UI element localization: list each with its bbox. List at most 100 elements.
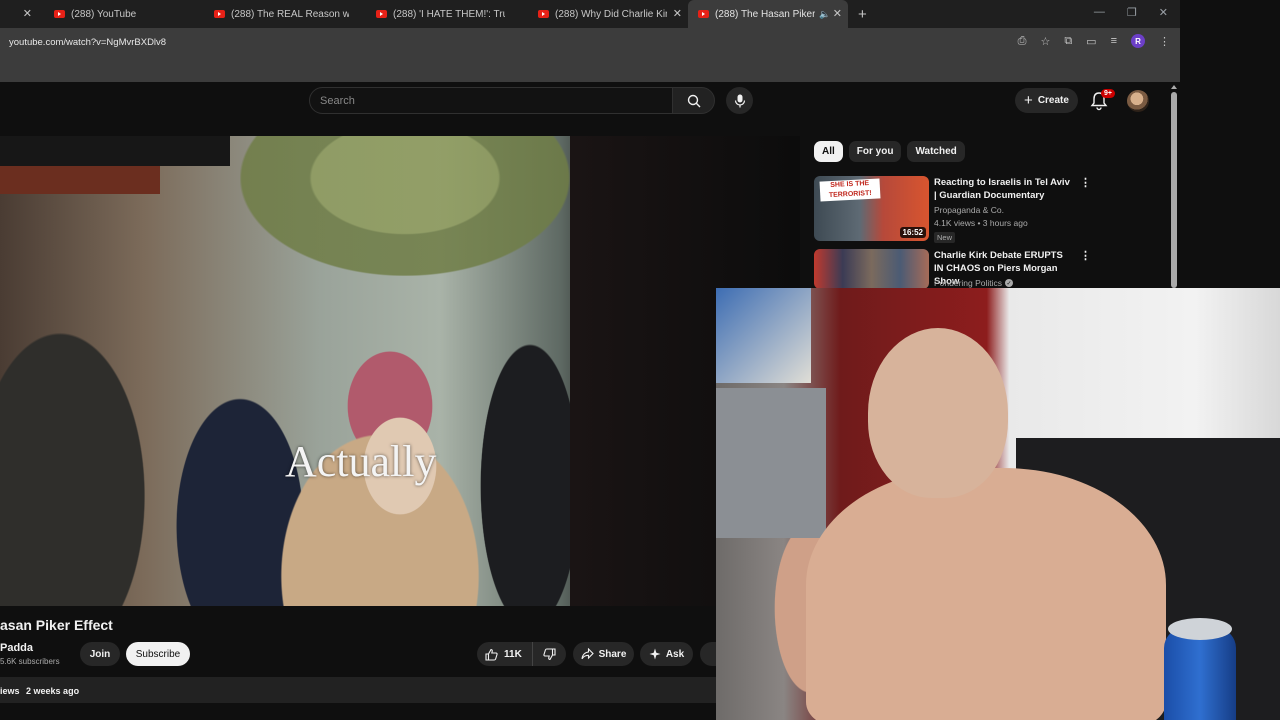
close-icon[interactable]: ✕ bbox=[23, 7, 32, 20]
verified-check-icon: ✓ bbox=[1005, 279, 1014, 287]
chip-for-you[interactable]: For you bbox=[848, 141, 902, 162]
sparkle-icon bbox=[649, 648, 661, 660]
description-meta: iews 2 weeks ago bbox=[0, 686, 79, 696]
stacked-boxes bbox=[716, 288, 811, 383]
address-bar: youtube.com/watch?v=NgMvrBXDlv8 ⎙ ☆ ⧉ ▭ … bbox=[0, 28, 1180, 56]
recommended-views: 4.1K views • 3 hours ago bbox=[934, 218, 1028, 228]
chip-all[interactable]: All bbox=[814, 141, 843, 162]
tab-hasan-piker-active[interactable]: (288) The Hasan Piker Effec 🔈 ✕ bbox=[688, 0, 848, 28]
tab-label: (288) YouTube bbox=[71, 8, 137, 20]
shop-sign bbox=[0, 136, 230, 166]
screen: ✕ (288) YouTube ✕ (288) The REAL Reason … bbox=[0, 0, 1280, 720]
share-label: Share bbox=[598, 648, 627, 660]
speaker-icon[interactable]: 🔈 bbox=[819, 9, 830, 20]
browser-tab-strip: ✕ (288) YouTube ✕ (288) The REAL Reason … bbox=[0, 0, 1180, 28]
plus-icon: + bbox=[1024, 92, 1033, 109]
profile-avatar[interactable]: R bbox=[1131, 34, 1145, 48]
ask-button[interactable]: Ask bbox=[640, 642, 693, 666]
more-options-icon[interactable]: ⋮ bbox=[1080, 178, 1091, 189]
youtube-favicon-icon bbox=[698, 10, 709, 18]
person-torso bbox=[806, 468, 1166, 720]
recommended-channel[interactable]: Pondering Politics bbox=[934, 278, 1002, 288]
tab-i-hate-them[interactable]: ✕ (288) 'I HATE THEM!': Trump Co bbox=[366, 0, 528, 28]
menu-kebab-icon[interactable]: ⋮ bbox=[1159, 35, 1170, 48]
new-badge: New bbox=[934, 232, 956, 243]
close-icon[interactable]: ✕ bbox=[673, 7, 682, 20]
video-thumbnail[interactable] bbox=[814, 249, 929, 289]
video-caption: Actually bbox=[285, 437, 437, 486]
ask-label: Ask bbox=[665, 648, 685, 660]
tab-label: (288) Why Did Charlie Kirk's Me bbox=[555, 8, 667, 20]
tab-youtube-home[interactable]: (288) YouTube bbox=[44, 0, 204, 28]
recommended-video[interactable]: SHE IS THE TERRORIST! 16:52 Reacting to … bbox=[814, 176, 1114, 243]
account-avatar[interactable] bbox=[1127, 90, 1149, 112]
like-count: 11K bbox=[504, 648, 522, 660]
video-thumbnail[interactable]: SHE IS THE TERRORIST! 16:52 bbox=[814, 176, 929, 241]
youtube-favicon-icon bbox=[538, 10, 549, 18]
mini-fridge bbox=[716, 388, 826, 538]
share-button[interactable]: Share bbox=[573, 642, 634, 666]
tab-label: (288) The REAL Reason why Hit bbox=[231, 8, 349, 20]
youtube-favicon-icon bbox=[54, 10, 65, 18]
create-button[interactable]: + Create bbox=[1015, 88, 1078, 113]
extensions-icon[interactable]: ⧉ bbox=[1064, 35, 1072, 48]
search-input[interactable] bbox=[310, 88, 672, 113]
filter-chips: All For you Watched bbox=[814, 141, 965, 162]
youtube-favicon-icon bbox=[376, 10, 387, 18]
close-icon[interactable]: ✕ bbox=[833, 7, 842, 20]
search-button[interactable] bbox=[672, 87, 715, 114]
scroll-up-arrow-icon[interactable] bbox=[1171, 85, 1177, 89]
voice-search-button[interactable] bbox=[726, 87, 753, 114]
tab-label: (288) The Hasan Piker Effec bbox=[715, 8, 815, 20]
page-scrollbar[interactable] bbox=[1169, 84, 1179, 290]
upload-date: 2 weeks ago bbox=[26, 686, 80, 696]
channel-name[interactable]: Padda bbox=[0, 642, 33, 654]
close-window-icon[interactable]: ✕ bbox=[1159, 6, 1168, 19]
shop-sign-red bbox=[0, 166, 160, 194]
tab-label: (288) 'I HATE THEM!': Trump Co bbox=[393, 8, 505, 20]
dislike-button[interactable] bbox=[533, 642, 566, 666]
reading-list-icon[interactable]: ≡ bbox=[1111, 35, 1117, 47]
maximize-icon[interactable]: ❐ bbox=[1127, 6, 1137, 19]
bookmark-star-icon[interactable]: ☆ bbox=[1040, 35, 1050, 48]
join-button[interactable]: Join bbox=[80, 642, 120, 666]
chip-watched[interactable]: Watched bbox=[907, 141, 965, 162]
search-icon bbox=[687, 94, 700, 107]
video-player[interactable]: Actually bbox=[0, 136, 800, 606]
subscribe-button[interactable]: Subscribe bbox=[126, 642, 190, 666]
scrollbar-thumb[interactable] bbox=[1171, 92, 1177, 288]
youtube-favicon-icon bbox=[214, 10, 225, 18]
like-dislike-group: 11K bbox=[477, 642, 566, 666]
recommended-channel[interactable]: Propaganda & Co. bbox=[934, 205, 1004, 215]
description-box[interactable] bbox=[0, 677, 716, 703]
video-duration: 16:52 bbox=[899, 227, 926, 238]
recommended-title[interactable]: Reacting to Israelis in Tel Aviv | Guard… bbox=[934, 176, 1074, 202]
tab-real-reason[interactable]: ✕ (288) The REAL Reason why Hit bbox=[204, 0, 366, 28]
background-trees bbox=[240, 136, 570, 276]
subscriber-count: 5.6K subscribers bbox=[0, 657, 60, 666]
thumbs-down-icon bbox=[543, 647, 556, 660]
like-button[interactable]: 11K bbox=[477, 642, 533, 666]
tab-fragment[interactable]: ✕ bbox=[0, 0, 32, 28]
thumbnail-text: SHE IS THE TERRORIST! bbox=[819, 178, 881, 202]
more-options-icon[interactable]: ⋮ bbox=[1080, 251, 1091, 262]
search-box bbox=[309, 87, 673, 114]
view-count-fragment: iews bbox=[0, 686, 20, 696]
video-title: asan Piker Effect bbox=[0, 617, 113, 633]
thumbs-up-icon bbox=[485, 648, 498, 661]
create-label: Create bbox=[1037, 95, 1069, 106]
window-controls: — ❐ ✕ bbox=[1094, 6, 1168, 19]
split-view-icon[interactable]: ▭ bbox=[1086, 35, 1096, 48]
beverage-can-lid bbox=[1168, 618, 1232, 640]
tab-charlie-kirk[interactable]: ✕ (288) Why Did Charlie Kirk's Me ✕ bbox=[528, 0, 688, 28]
install-app-icon[interactable]: ⎙ bbox=[1018, 35, 1027, 48]
toolbar-icons: ⎙ ☆ ⧉ ▭ ≡ R ⋮ bbox=[1018, 34, 1170, 48]
notification-count-badge: 9+ bbox=[1101, 89, 1115, 98]
beverage-can bbox=[1164, 628, 1236, 720]
person-head bbox=[868, 328, 1008, 498]
microphone-icon bbox=[734, 94, 745, 107]
recommended-channel-row[interactable]: Pondering Politics ✓ bbox=[934, 278, 1014, 288]
new-tab-icon[interactable]: + bbox=[858, 6, 867, 23]
url-field[interactable]: youtube.com/watch?v=NgMvrBXDlv8 bbox=[9, 37, 166, 48]
minimize-icon[interactable]: — bbox=[1094, 6, 1105, 19]
